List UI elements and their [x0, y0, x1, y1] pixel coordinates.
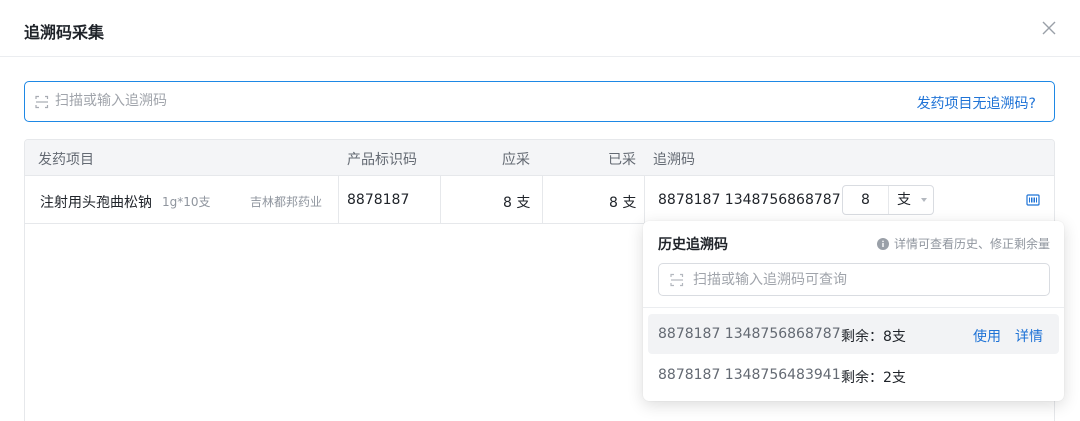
- col-header-product-code: 产品标识码: [347, 152, 417, 168]
- col-header-trace-code: 追溯码: [653, 152, 695, 168]
- popover-title: 历史追溯码: [658, 237, 728, 253]
- scan-icon: [34, 94, 50, 110]
- history-search-field[interactable]: [658, 263, 1050, 296]
- no-trace-code-link[interactable]: 发药项目无追溯码?: [917, 93, 1036, 113]
- popover-hint-text: 详情可查看历史、修正剩余量: [893, 237, 1050, 251]
- drug-spec: 1g*10支: [162, 195, 211, 209]
- history-search-input[interactable]: [693, 270, 1033, 290]
- unit-select[interactable]: 支: [889, 186, 933, 214]
- col-header-drug: 发药项目: [38, 152, 94, 168]
- history-item[interactable]: 8878187 1348756483941 剩余：2支: [648, 355, 1059, 395]
- quantity-stepper: 8 支: [842, 185, 934, 215]
- modal-title: 追溯码采集: [24, 23, 105, 42]
- use-button[interactable]: 使用: [973, 326, 1001, 346]
- column-divider: [542, 176, 543, 224]
- modal-header: 追溯码采集: [0, 0, 1080, 57]
- history-remaining: 剩余：2支: [841, 370, 906, 386]
- history-remaining: 剩余：8支: [841, 329, 906, 345]
- table-header: 发药项目 产品标识码 应采 已采 追溯码: [25, 140, 1054, 176]
- history-code: 8878187 1348756483941: [658, 367, 841, 383]
- col-header-required: 应采: [502, 152, 530, 168]
- scan-icon: [669, 272, 685, 288]
- product-code: 8878187: [347, 192, 410, 208]
- history-item[interactable]: 8878187 1348756868787 剩余：8支 使用 详情: [648, 314, 1059, 354]
- history-code: 8878187 1348756868787: [658, 326, 841, 342]
- close-icon[interactable]: [1040, 19, 1058, 37]
- popover-hint: 详情可查看历史、修正剩余量: [876, 235, 1050, 252]
- column-divider: [440, 176, 441, 224]
- trace-code-value: 8878187 1348756868787: [658, 192, 841, 208]
- column-divider: [644, 176, 645, 224]
- collected-qty: 8 支: [609, 195, 637, 211]
- col-header-collected: 已采: [608, 152, 636, 168]
- info-icon: [876, 238, 889, 250]
- divider: [643, 307, 1064, 308]
- drug-name: 注射用头孢曲松钠: [40, 195, 152, 211]
- drug-manufacturer: 吉林都邦药业: [250, 195, 323, 209]
- column-divider: [338, 176, 339, 224]
- trace-code-input[interactable]: [55, 90, 755, 112]
- detail-button[interactable]: 详情: [1015, 326, 1043, 346]
- quantity-input[interactable]: 8: [843, 186, 889, 214]
- table-row: 注射用头孢曲松钠 1g*10支 吉林都邦药业 8878187 8 支 8 支 8…: [25, 176, 1054, 224]
- unit-label: 支: [897, 192, 911, 208]
- chevron-down-icon: [921, 198, 927, 202]
- required-qty: 8 支: [503, 195, 531, 211]
- trace-code-scan-field[interactable]: 发药项目无追溯码?: [24, 81, 1055, 122]
- history-trace-code-popover: 历史追溯码 详情可查看历史、修正剩余量 8878187 134875686878…: [643, 221, 1064, 401]
- barcode-icon[interactable]: [1026, 193, 1040, 207]
